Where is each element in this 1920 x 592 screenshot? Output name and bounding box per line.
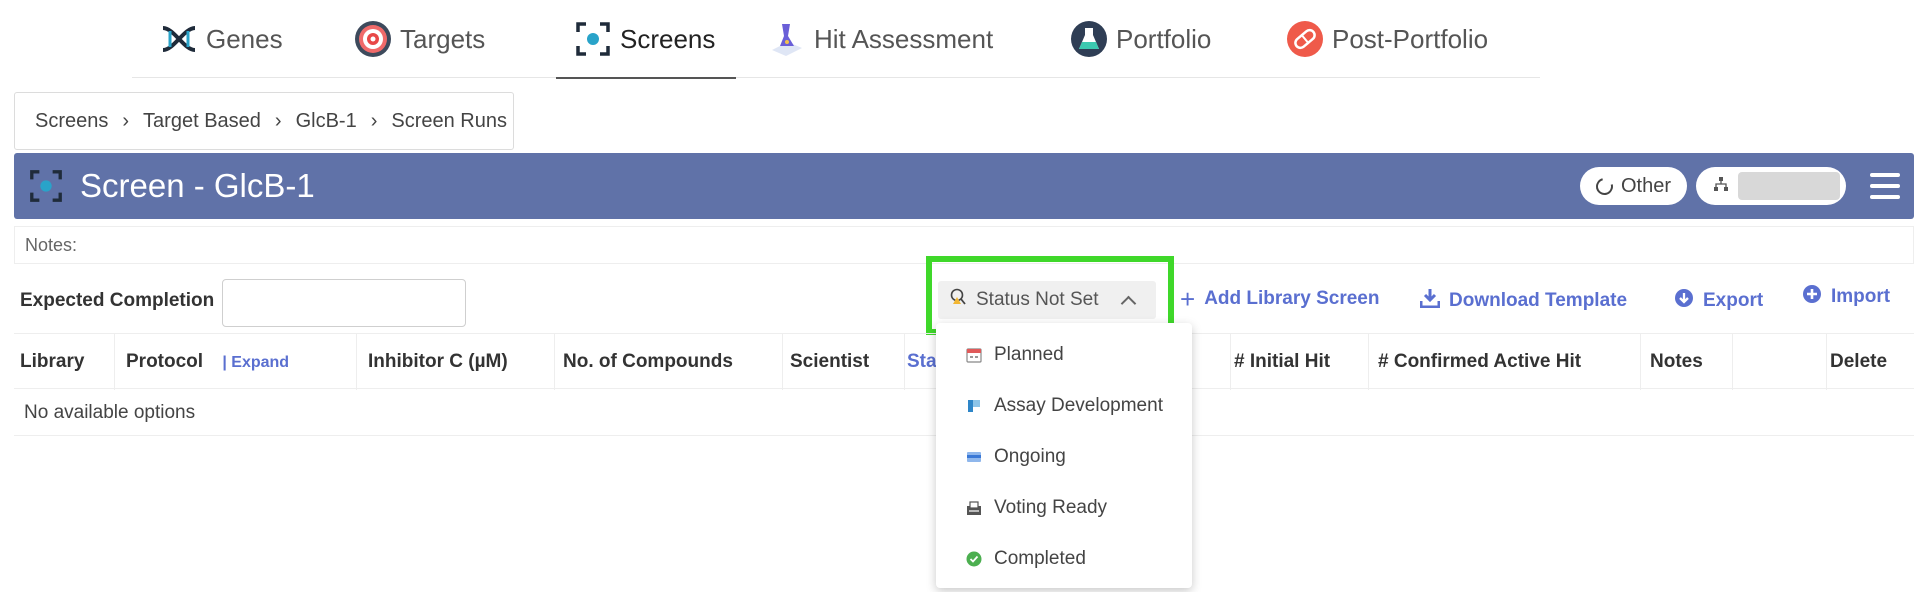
tab-screens[interactable]: Screens (556, 0, 736, 79)
tab-screens-label: Screens (620, 23, 716, 54)
tab-targets-label: Targets (400, 23, 486, 54)
col-scientist[interactable]: Scientist (790, 334, 869, 390)
chevron-right-icon: › (370, 109, 378, 132)
tab-portfolio-label: Portfolio (1116, 23, 1212, 54)
tab-post-portfolio[interactable]: Post-Portfolio (1286, 0, 1488, 78)
ring-icon (1592, 174, 1617, 198)
chevron-right-icon: › (274, 109, 282, 132)
top-navigation: Genes Targets Screens Hit Assessment Por… (132, 0, 1540, 79)
col-library[interactable]: Library (20, 334, 84, 390)
tab-post-portfolio-label: Post-Portfolio (1332, 23, 1489, 54)
import-icon (1802, 284, 1822, 310)
tab-hit-assessment[interactable]: Hit Assessment (768, 0, 993, 78)
status-option-planned[interactable]: Planned (936, 330, 1192, 380)
col-protocol[interactable]: Protocol | Expand (126, 334, 289, 390)
status-not-set-icon (950, 288, 966, 312)
status-option-label: Assay Development (994, 395, 1163, 416)
col-delete[interactable]: Delete (1830, 334, 1887, 390)
status-label: Status Not Set (976, 289, 1099, 310)
target-icon (354, 20, 392, 58)
org-badge[interactable]: Other (1580, 167, 1687, 205)
download-template-button[interactable]: Download Template (1419, 288, 1628, 314)
notes-label: Notes: (25, 235, 78, 255)
col-status[interactable]: Sta (907, 334, 937, 390)
expected-completion-label: Expected Completion (20, 290, 215, 311)
ongoing-icon (966, 449, 982, 465)
org-chart-icon (1714, 176, 1728, 196)
tab-portfolio[interactable]: Portfolio (1070, 0, 1211, 78)
status-option-ongoing[interactable]: Ongoing (936, 432, 1192, 482)
import-button[interactable]: Import (1802, 284, 1890, 310)
plus-icon: + (1180, 284, 1196, 314)
download-icon (1419, 288, 1441, 314)
breadcrumb-glcb-1[interactable]: GlcB-1 (296, 110, 357, 133)
col-initial-hit[interactable]: # Initial Hit (1234, 334, 1330, 390)
portfolio-flask-icon (1070, 20, 1108, 58)
breadcrumb-screen-runs[interactable]: Screen Runs (391, 110, 507, 133)
notes-field[interactable]: Notes: (14, 226, 1914, 264)
user-badge[interactable] (1696, 167, 1846, 205)
import-label: Import (1831, 286, 1891, 307)
voting-icon (966, 500, 982, 516)
org-badge-label: Other (1620, 174, 1672, 197)
expected-completion-input[interactable] (222, 279, 466, 327)
flask-icon (768, 20, 806, 58)
expand-link[interactable]: | Expand (222, 354, 289, 371)
dna-icon (160, 20, 198, 58)
status-option-completed[interactable]: Completed (936, 534, 1192, 584)
page-title: Screen - GlcB-1 (80, 167, 315, 204)
status-option-assay-development[interactable]: Assay Development (936, 381, 1192, 431)
assay-icon (966, 398, 982, 414)
calendar-icon (966, 347, 982, 363)
col-confirmed-active-hit[interactable]: # Confirmed Active Hit (1378, 334, 1581, 390)
hamburger-menu-icon[interactable] (1870, 173, 1900, 199)
status-option-label: Ongoing (994, 446, 1066, 467)
download-template-label: Download Template (1449, 290, 1628, 311)
status-option-label: Completed (994, 548, 1086, 569)
export-icon (1674, 288, 1694, 314)
chevron-right-icon: › (122, 109, 130, 132)
status-option-label: Voting Ready (994, 497, 1108, 518)
breadcrumb-target-based[interactable]: Target Based (143, 110, 261, 133)
chevron-up-icon (1120, 295, 1136, 311)
breadcrumb-screens[interactable]: Screens (35, 110, 108, 133)
col-inhibitor[interactable]: Inhibitor C (µM) (368, 334, 508, 390)
status-option-label: Planned (994, 344, 1064, 365)
tab-hit-assessment-label: Hit Assessment (814, 23, 994, 54)
breadcrumb: Screens › Target Based › GlcB-1 › Screen… (14, 92, 514, 150)
screen-icon (574, 20, 612, 58)
tab-genes-label: Genes (206, 23, 283, 54)
add-library-screen-label: Add Library Screen (1204, 288, 1380, 309)
screen-icon (28, 168, 64, 204)
col-protocol-label: Protocol (126, 351, 204, 372)
add-library-screen-button[interactable]: + Add Library Screen (1180, 284, 1380, 314)
tab-targets[interactable]: Targets (354, 0, 485, 78)
col-compounds[interactable]: No. of Compounds (563, 334, 733, 390)
status-dropdown-menu: Planned Assay Development Ongoing Voting… (936, 323, 1192, 588)
status-dropdown-button[interactable]: Status Not Set (938, 281, 1156, 319)
col-notes[interactable]: Notes (1650, 334, 1703, 390)
export-button[interactable]: Export (1674, 288, 1763, 314)
export-label: Export (1703, 290, 1764, 311)
tab-genes[interactable]: Genes (160, 0, 283, 78)
user-name-redacted (1738, 172, 1840, 200)
status-option-voting-ready[interactable]: Voting Ready (936, 483, 1192, 533)
pill-icon (1286, 20, 1324, 58)
screen-header-bar: Screen - GlcB-1 Other (14, 153, 1914, 219)
check-circle-icon (966, 551, 982, 567)
